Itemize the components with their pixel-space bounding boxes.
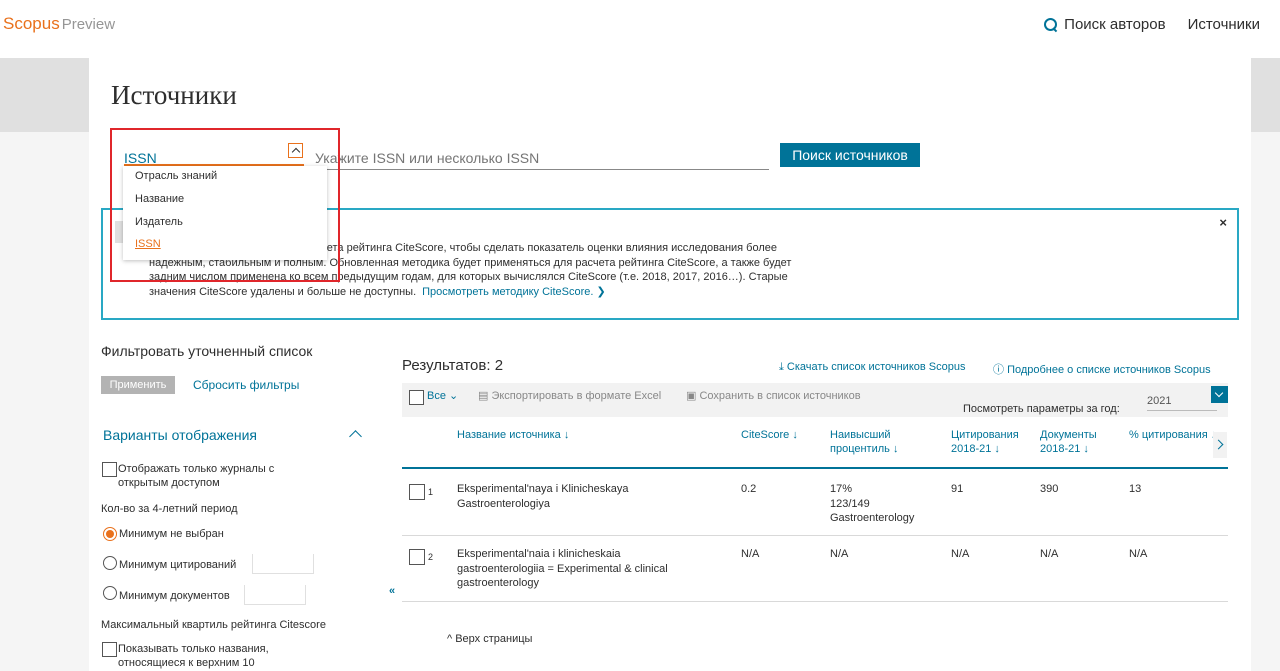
- page-title: Источники: [111, 80, 237, 110]
- min-documents-input[interactable]: [244, 585, 306, 605]
- source-title-line-1: Eksperimental'naia i klinicheskaia: [457, 548, 621, 560]
- source-title-line-1: Eksperimental'naya i Klinicheskaya: [457, 483, 629, 495]
- min-citations-input[interactable]: [252, 554, 314, 574]
- row-divider: [402, 535, 1228, 536]
- sources-label: Источники: [1187, 16, 1260, 33]
- info-icon: ⓘ: [993, 364, 1008, 376]
- percentile-line-1: 17%: [830, 483, 853, 495]
- download-icon: ⤓: [779, 361, 787, 373]
- open-access-label-1: Отображать только журналы с: [118, 463, 275, 475]
- percentile-value: N/A: [830, 548, 849, 560]
- cited-percent-value: N/A: [1129, 548, 1148, 560]
- col-documents-line-2: 2018-21 ↓: [1040, 443, 1089, 455]
- top10-label-2: относящиеся к верхним 10: [118, 657, 255, 669]
- close-icon[interactable]: ×: [1219, 215, 1227, 230]
- quartile-label: Максимальный квартиль рейтинга Citescore: [101, 619, 326, 631]
- source-title-line-3: gastroenterology: [457, 577, 539, 589]
- search-icon: [1044, 17, 1058, 32]
- top10-checkbox[interactable]: [102, 642, 117, 657]
- reset-filters-link[interactable]: Сбросить фильтры: [193, 378, 299, 392]
- radio-min-citations[interactable]: [103, 556, 117, 570]
- row-divider: [402, 601, 1228, 602]
- save-icon: ▣: [686, 390, 700, 402]
- chevron-down-icon[interactable]: [1211, 386, 1228, 403]
- top-bar: Scopus Preview Поиск авторов Источники: [0, 0, 1280, 58]
- top-nav: Поиск авторов Источники: [1044, 16, 1260, 33]
- col-citations-line-2: 2018-21 ↓: [951, 443, 1000, 455]
- row-checkbox[interactable]: [409, 484, 425, 500]
- logo-preview: Preview: [61, 16, 116, 33]
- citations-value: N/A: [951, 548, 970, 560]
- about-list-link[interactable]: ⓘ Подробнее о списке источников Scopus: [993, 361, 1211, 377]
- open-access-label-2: открытым доступом: [118, 477, 220, 489]
- open-access-checkbox[interactable]: [102, 462, 117, 477]
- download-label: Скачать список источников Scopus: [786, 361, 966, 373]
- source-title-line-2: Gastroenterologiya: [457, 497, 550, 510]
- radio-min-documents-label: Минимум документов: [119, 590, 230, 602]
- source-title-link[interactable]: Eksperimental'naya i Klinicheskaya Gastr…: [457, 482, 628, 511]
- row-number: 1: [428, 487, 434, 497]
- search-sources-button[interactable]: Поиск источников: [780, 143, 920, 167]
- citescore-methodology-link[interactable]: Просмотреть методику CiteScore. ❯: [422, 286, 606, 298]
- radio-min-citations-label: Минимум цитирований: [119, 559, 237, 571]
- col-percentile-line-2: процентиль ↓: [830, 443, 899, 455]
- save-to-list-button[interactable]: ▣ Сохранить в список источников: [686, 389, 861, 402]
- back-to-top-link[interactable]: ^ Верх страницы: [447, 633, 532, 645]
- sources-link[interactable]: Источники: [1188, 16, 1260, 33]
- source-title-link[interactable]: Eksperimental'naia i klinicheskaia gastr…: [457, 547, 668, 591]
- row-number: 2: [428, 552, 434, 562]
- col-percentile[interactable]: Наивысший процентиль ↓: [830, 428, 898, 456]
- top10-label-1: Показывать только названия,: [118, 643, 269, 655]
- cited-percent-value: 13: [1129, 483, 1142, 495]
- save-label: Сохранить в список источников: [699, 390, 861, 402]
- percentile-line-3: Gastroenterology: [830, 512, 915, 524]
- collapse-panel-icon[interactable]: «: [389, 585, 395, 597]
- documents-value: N/A: [1040, 548, 1059, 560]
- results-toolbar: Все ⌄ ▤ Экспортировать в формате Excel ▣…: [402, 383, 1228, 417]
- highlight-frame: [110, 128, 340, 282]
- author-search-link[interactable]: Поиск авторов: [1044, 16, 1166, 33]
- col-source-name[interactable]: Название источника ↓: [457, 428, 569, 442]
- export-icon: ▤: [478, 390, 492, 402]
- issn-input[interactable]: [315, 146, 769, 170]
- source-title-line-2: gastroenterologiia = Experimental & clin…: [457, 562, 668, 575]
- export-label: Экспортировать в формате Excel: [491, 390, 662, 402]
- logo-text: Scopus: [3, 14, 60, 33]
- scopus-logo[interactable]: Scopus Preview: [3, 14, 115, 34]
- display-options-title[interactable]: Варианты отображения: [103, 427, 257, 443]
- col-citations-line-1: Цитирования: [951, 429, 1019, 441]
- view-params-label: Посмотреть параметры за год:: [963, 403, 1120, 415]
- download-list-link[interactable]: ⤓ Скачать список источников Scopus: [779, 361, 965, 374]
- radio-no-minimum-label: Минимум не выбран: [119, 528, 224, 540]
- apply-button[interactable]: Применить: [101, 376, 175, 394]
- select-all-dropdown[interactable]: Все ⌄: [427, 389, 458, 402]
- filter-title: Фильтровать уточненный список: [101, 343, 313, 359]
- select-all-checkbox[interactable]: [409, 390, 424, 405]
- col-documents-line-1: Документы: [1040, 429, 1097, 441]
- documents-value: 390: [1040, 483, 1059, 495]
- col-citations[interactable]: Цитирования 2018-21 ↓: [951, 428, 1019, 456]
- export-excel-button[interactable]: ▤ Экспортировать в формате Excel: [478, 389, 661, 402]
- chevron-right-icon[interactable]: [1213, 432, 1227, 458]
- author-search-label: Поиск авторов: [1064, 16, 1166, 33]
- radio-no-minimum[interactable]: [103, 527, 117, 541]
- row-checkbox[interactable]: [409, 549, 425, 565]
- col-percentile-line-1: Наивысший: [830, 429, 891, 441]
- col-documents[interactable]: Документы 2018-21 ↓: [1040, 428, 1097, 456]
- results-count: Результатов: 2: [402, 357, 504, 374]
- citations-value: 91: [951, 483, 964, 495]
- info-line-4: значения CiteScore удалены и больше не д…: [149, 285, 417, 298]
- citescore-value: 0.2: [741, 483, 757, 495]
- header-divider: [402, 467, 1228, 469]
- col-cited-percent[interactable]: % цитирования ↓: [1129, 428, 1216, 442]
- year-select[interactable]: 2021: [1147, 391, 1217, 411]
- col-citescore[interactable]: CiteScore ↓: [741, 428, 798, 442]
- citescore-value: N/A: [741, 548, 760, 560]
- radio-min-documents[interactable]: [103, 586, 117, 600]
- percentile-value: 17% 123/149 Gastroenterology: [830, 482, 914, 526]
- percentile-line-2: 123/149: [830, 497, 870, 510]
- period-label: Кол-во за 4-летний период: [101, 503, 238, 515]
- about-label: Подробнее о списке источников Scopus: [1007, 364, 1211, 376]
